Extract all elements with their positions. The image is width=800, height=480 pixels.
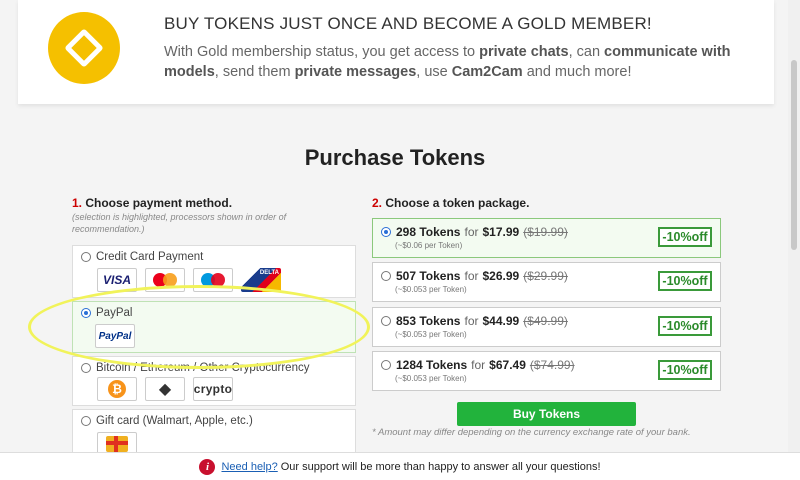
ethereum-icon: ◆ (145, 377, 185, 401)
radio-package-853[interactable] (381, 316, 391, 326)
discount-badge: -10%off (658, 316, 712, 336)
radio-package-507[interactable] (381, 271, 391, 281)
scrollbar-thumb[interactable] (791, 60, 797, 250)
discount-badge: -10%off (658, 227, 712, 247)
page-scrollbar[interactable] (788, 0, 800, 452)
need-help-link[interactable]: Need help? (221, 461, 277, 473)
radio-crypto[interactable] (81, 363, 91, 373)
token-package-heading: 2. Choose a token package. (372, 196, 530, 210)
bitcoin-icon: ₿ (97, 377, 137, 401)
highlight-ellipse (28, 285, 370, 369)
price-per-token: (~$0.053 per Token) (395, 285, 467, 294)
payment-option-label: Credit Card Payment (96, 251, 204, 263)
discount-badge: -10%off (658, 271, 712, 291)
radio-gift-card[interactable] (81, 416, 91, 426)
payment-method-note: (selection is highlighted, processors sh… (72, 212, 287, 234)
page: BUY TOKENS JUST ONCE AND BECOME A GOLD M… (0, 0, 800, 480)
radio-credit-card[interactable] (81, 252, 91, 262)
token-package-507[interactable]: 507 Tokens for $26.99 ($29.99) (~$0.053 per… (372, 262, 721, 302)
info-icon: i (199, 458, 216, 475)
crypto-icon: crypto (193, 377, 233, 401)
banner-text: With Gold membership status, you get acc… (164, 44, 731, 80)
token-package-1284[interactable]: 1284 Tokens for $67.49 ($74.99) (~$0.053 pe… (372, 351, 721, 391)
exchange-rate-footnote: * Amount may differ depending on the cur… (372, 427, 691, 438)
gold-diamond-icon (48, 12, 120, 84)
price-per-token: (~$0.06 per Token) (395, 241, 463, 250)
help-text: Our support will be more than happy to a… (280, 460, 601, 473)
gold-membership-banner: BUY TOKENS JUST ONCE AND BECOME A GOLD M… (18, 0, 774, 104)
buy-tokens-button[interactable]: Buy Tokens (457, 402, 636, 426)
payment-option-gift-card[interactable]: Gift card (Walmart, Apple, etc.) (72, 409, 356, 456)
price-per-token: (~$0.053 per Token) (395, 374, 467, 383)
banner-title: BUY TOKENS JUST ONCE AND BECOME A GOLD M… (164, 14, 652, 33)
payment-method-heading: 1. Choose payment method. (72, 196, 233, 210)
token-package-298[interactable]: 298 Tokens for $17.99 ($19.99) (~$0.06 per … (372, 218, 721, 258)
help-bar: i Need help? Our support will be more th… (0, 452, 800, 480)
price-per-token: (~$0.053 per Token) (395, 330, 467, 339)
radio-package-298[interactable] (381, 227, 391, 237)
payment-option-label: Gift card (Walmart, Apple, etc.) (96, 415, 253, 427)
token-package-853[interactable]: 853 Tokens for $44.99 ($49.99) (~$0.053 per… (372, 307, 721, 347)
page-title: Purchase Tokens (304, 145, 486, 170)
discount-badge: -10%off (658, 360, 712, 380)
radio-package-1284[interactable] (381, 360, 391, 370)
